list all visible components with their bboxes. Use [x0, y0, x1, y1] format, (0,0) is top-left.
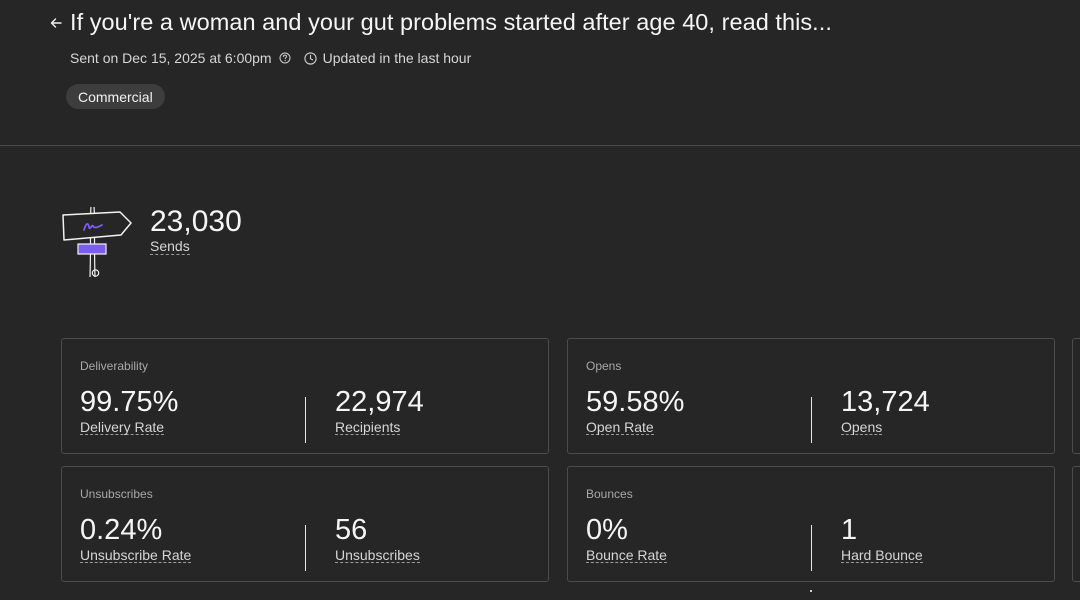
unsubscribes-card: Unsubscribes 0.24% Unsubscribe Rate 56 U…	[61, 466, 549, 582]
open-rate-metric: 59.58% Open Rate	[586, 385, 684, 437]
metric-label[interactable]: Bounce Rate	[586, 548, 667, 563]
help-circle-icon[interactable]	[279, 52, 291, 64]
deliverability-card: Deliverability 99.75% Delivery Rate 22,9…	[61, 338, 549, 454]
divider	[305, 525, 306, 571]
metric-label[interactable]: Open Rate	[586, 420, 654, 435]
clock-icon	[303, 51, 317, 65]
delivery-rate-metric: 99.75% Delivery Rate	[80, 385, 178, 437]
divider	[811, 525, 812, 571]
campaign-type-badge: Commercial	[66, 84, 165, 109]
send-meta: Sent on Dec 15, 2025 at 6:00pm Updated i…	[70, 50, 471, 66]
card-title: Deliverability	[80, 359, 149, 373]
offscreen-card	[1072, 466, 1080, 582]
metric-value: 0.24%	[80, 514, 163, 546]
signpost-icon	[60, 205, 136, 286]
card-title: Unsubscribes	[80, 487, 153, 501]
divider	[811, 397, 812, 443]
metric-label[interactable]: Unsubscribe Rate	[80, 548, 192, 563]
metric-value: 13,724	[841, 386, 930, 418]
metric-value: 56	[335, 514, 368, 546]
opens-card: Opens 59.58% Open Rate 13,724 Opens	[567, 338, 1055, 454]
metric-label[interactable]: Delivery Rate	[80, 420, 165, 435]
unsubscribe-rate-metric: 0.24% Unsubscribe Rate	[80, 513, 192, 565]
card-title: Bounces	[586, 487, 633, 501]
card-title: Opens	[586, 359, 622, 373]
opens-metric: 13,724 Opens	[841, 385, 930, 437]
sends-count: 23,030	[150, 205, 242, 238]
sends-label[interactable]: Sends	[150, 239, 190, 255]
metric-label[interactable]: Hard Bounce	[841, 548, 923, 563]
metric-value: 1	[841, 514, 858, 546]
metric-value: 59.58%	[586, 386, 685, 418]
metric-value: 0%	[586, 514, 628, 546]
metric-value: 99.75%	[80, 386, 179, 418]
tooltip-anchor-dot	[810, 590, 812, 592]
divider	[305, 397, 306, 443]
metric-value: 22,974	[335, 386, 424, 418]
back-arrow-icon[interactable]	[48, 14, 64, 32]
bounces-card: Bounces 0% Bounce Rate 1 Hard Bounce	[567, 466, 1055, 582]
recipients-metric: 22,974 Recipients	[335, 385, 424, 437]
hard-bounce-metric: 1 Hard Bounce	[841, 513, 923, 565]
metric-label[interactable]: Recipients	[335, 420, 401, 435]
offscreen-card	[1072, 338, 1080, 454]
metric-label[interactable]: Unsubscribes	[335, 548, 420, 563]
unsubscribes-metric: 56 Unsubscribes	[335, 513, 420, 565]
page-title: If you're a woman and your gut problems …	[70, 9, 832, 35]
sent-date-text: Sent on Dec 15, 2025 at 6:00pm	[70, 50, 272, 66]
updated-text: Updated in the last hour	[322, 50, 472, 66]
page-header: If you're a woman and your gut problems …	[0, 0, 1080, 146]
metric-label[interactable]: Opens	[841, 420, 883, 435]
bounce-rate-metric: 0% Bounce Rate	[586, 513, 667, 565]
